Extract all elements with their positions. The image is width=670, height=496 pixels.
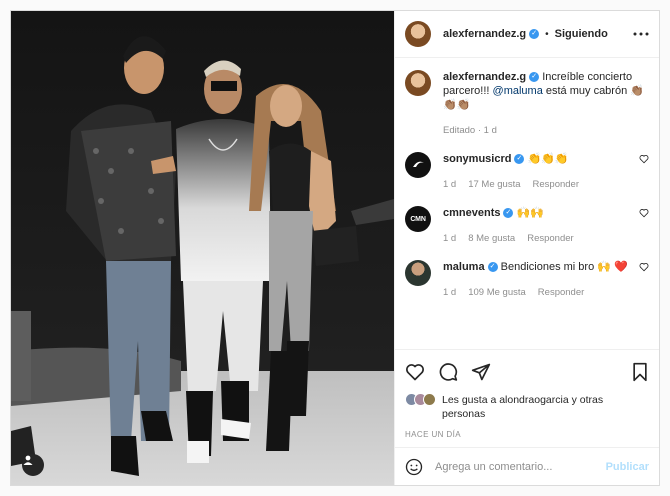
user-tag-icon	[23, 455, 33, 465]
heart-icon[interactable]	[639, 208, 649, 218]
comment-username[interactable]: maluma	[443, 261, 485, 273]
comment-reply-button[interactable]: Responder	[527, 233, 573, 244]
publish-button[interactable]: Publicar	[606, 461, 649, 473]
liker-avatars[interactable]	[405, 393, 436, 406]
post-sidebar: alexfernandez.g ✓ • Siguiendo alexfernan…	[394, 11, 659, 485]
verified-badge-icon: ✓	[487, 262, 498, 273]
comment-time: 1 d	[443, 287, 457, 298]
action-bar	[395, 349, 659, 393]
author-username[interactable]: alexfernandez.g	[443, 28, 526, 40]
comment-likes[interactable]: 8 Me gusta	[468, 233, 515, 244]
comment-reply-button[interactable]: Responder	[533, 179, 579, 190]
author-avatar[interactable]	[405, 21, 431, 47]
user-tag-button[interactable]	[22, 454, 44, 476]
comment-time: 1 d	[443, 179, 457, 190]
heart-icon[interactable]	[405, 362, 425, 382]
caption-username[interactable]: alexfernandez.g	[443, 71, 526, 83]
likes-summary: Les gusta a alondraogarcia y otras perso…	[395, 393, 659, 421]
comment-avatar[interactable]	[405, 260, 431, 286]
heart-icon[interactable]	[639, 154, 649, 164]
liker-avatar	[423, 393, 436, 406]
comment-item: CMN cmnevents ✓ 🙌🙌 1 d 8 Me gusta Responder	[405, 206, 649, 246]
comment-item: maluma ✓ Bendiciones mi bro 🙌 ❤️ 1 d 109 M…	[405, 260, 649, 300]
caption-avatar[interactable]	[405, 70, 431, 96]
header-separator: •	[545, 28, 549, 40]
comment-reply-button[interactable]: Responder	[538, 287, 584, 298]
verified-badge-icon: ✓	[503, 208, 514, 219]
cmn-logo-icon: CMN	[410, 215, 426, 223]
follow-status-button[interactable]: Siguiendo	[555, 28, 608, 40]
caption-mention[interactable]: @maluma	[493, 85, 543, 97]
post-timestamp: Hace un día	[405, 430, 461, 439]
comment-input[interactable]: Agrega un comentario...	[435, 461, 606, 473]
verified-badge-icon: ✓	[514, 154, 525, 165]
comment-avatar[interactable]: CMN	[405, 206, 431, 232]
likes-text[interactable]: Les gusta a alondraogarcia y otras perso…	[442, 393, 649, 421]
share-icon[interactable]	[471, 362, 491, 382]
emoji-icon[interactable]	[405, 458, 423, 476]
post-modal: alexfernandez.g ✓ • Siguiendo alexfernan…	[10, 10, 660, 486]
comment-item: sonymusicrd ✓ 👏👏👏 1 d 17 Me gusta Responder	[405, 152, 649, 192]
comment-text: 👏👏👏	[527, 153, 569, 165]
verified-badge-icon: ✓	[529, 72, 540, 83]
sony-music-logo-icon	[413, 161, 424, 167]
comment-likes[interactable]: 109 Me gusta	[468, 287, 526, 298]
comment-time: 1 d	[443, 233, 457, 244]
heart-icon[interactable]	[639, 262, 649, 272]
comment-text: 🙌🙌	[516, 207, 544, 219]
comment-avatar[interactable]	[405, 152, 431, 178]
comment-text: Bendiciones mi bro 🙌 ❤️	[500, 261, 628, 273]
comments-list: alexfernandez.g ✓ Increíble concierto par…	[395, 58, 659, 349]
comment-likes[interactable]: 17 Me gusta	[468, 179, 520, 190]
post-header: alexfernandez.g ✓ • Siguiendo	[395, 11, 659, 58]
verified-badge-icon: ✓	[529, 29, 540, 39]
concert-photo	[11, 11, 394, 485]
comment-icon[interactable]	[438, 362, 458, 382]
caption-meta: Editado · 1 d	[443, 125, 497, 136]
comment-username[interactable]: cmnevents	[443, 207, 500, 219]
bookmark-icon[interactable]	[631, 362, 649, 382]
comment-username[interactable]: sonymusicrd	[443, 153, 511, 165]
post-photo[interactable]	[11, 11, 394, 485]
caption: alexfernandez.g ✓ Increíble concierto par…	[405, 70, 649, 138]
add-comment-bar: Agrega un comentario... Publicar	[395, 447, 659, 485]
more-options-icon[interactable]	[633, 32, 649, 36]
